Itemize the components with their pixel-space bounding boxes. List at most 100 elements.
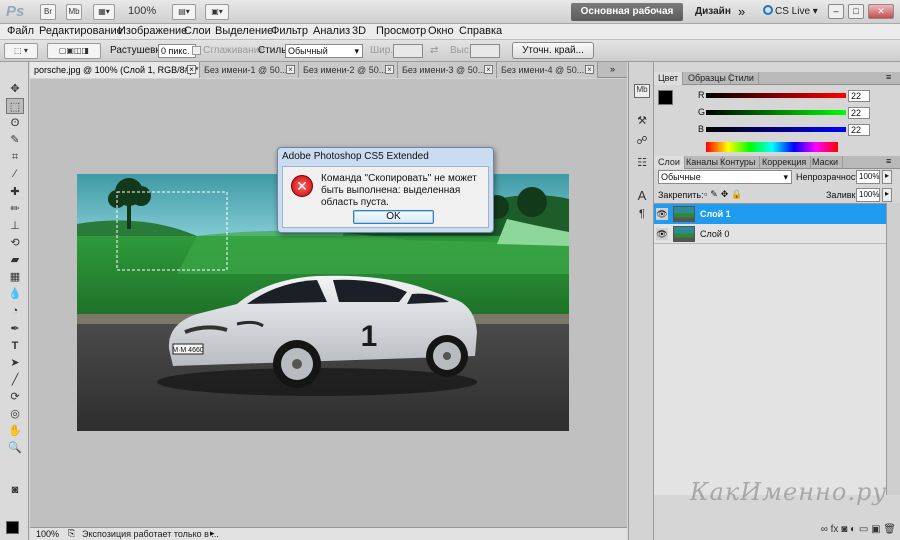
workspace-design-button[interactable]: Дизайн [695,6,731,17]
blue-value[interactable]: 22 [848,124,870,136]
view-extras-button[interactable]: ▦▾ [93,4,115,20]
status-arrow-icon[interactable]: ▸ [210,528,215,539]
layers-scrollbar[interactable] [886,203,900,495]
bridge-button[interactable]: Br [40,4,56,20]
hand-tool-icon[interactable]: ✋ [6,423,24,439]
lasso-tool-icon[interactable]: ʘ [6,115,24,131]
panel-menu-icon[interactable]: ≡ [886,72,891,82]
more-workspaces-button[interactable]: » [738,4,745,19]
fill-arrow-icon[interactable]: ▸ [882,188,892,202]
tab-adjustments[interactable]: Коррекция [758,156,812,169]
tab-masks[interactable]: Маски [808,156,844,169]
menu-filter[interactable]: Фильтр [271,25,308,37]
tab-untitled-4[interactable]: Без имени-4 @ 50... × [497,62,598,78]
tab-layers[interactable]: Слои [654,156,685,169]
visibility-eye-icon[interactable]: 👁 [656,208,668,220]
quick-selection-tool-icon[interactable]: ✎ [6,132,24,148]
minibridge-panel-icon[interactable]: Mb [634,84,650,98]
rectangular-marquee-tool-icon[interactable]: ⬚ [6,98,24,114]
layer-row[interactable]: 👁 Слой 0 [654,224,886,244]
menu-help[interactable]: Справка [459,25,502,37]
red-slider[interactable] [706,93,846,98]
pen-tool-icon[interactable]: ✒ [6,321,24,337]
swap-icon[interactable]: ⇄ [430,45,438,56]
menu-edit[interactable]: Редактирование [39,25,123,37]
zoom-tool-icon[interactable]: 🔍 [6,440,24,456]
close-tab-icon[interactable]: × [484,65,493,74]
tab-color[interactable]: Цвет [654,72,684,85]
clone-source-panel-icon[interactable]: ☷ [634,156,650,170]
path-selection-tool-icon[interactable]: ➤ [6,355,24,371]
status-zoom[interactable]: 100% [36,529,59,539]
ok-button[interactable]: OK [353,210,434,224]
refine-edge-button[interactable]: Уточн. край... [512,42,594,59]
move-tool-icon[interactable]: ✥ [6,81,24,97]
fill-input[interactable]: 100% [856,188,880,202]
menu-3d[interactable]: 3D [352,25,366,37]
lock-options-icons[interactable]: ▫✎✥🔒 [704,189,745,200]
more-tabs-icon[interactable]: » [610,64,615,74]
opacity-input[interactable]: 100% [856,170,880,184]
width-input[interactable] [393,44,423,58]
style-select[interactable]: Обычный ▾ [285,44,363,58]
close-window-button[interactable]: ✕ [868,4,894,19]
color-spectrum-ramp[interactable] [706,142,838,152]
blue-slider[interactable] [706,127,846,132]
tool-preset-picker[interactable]: ⬚ ▾ [4,43,38,59]
blend-mode-select[interactable]: Обычные ▾ [658,170,792,184]
tab-untitled-1[interactable]: Без имени-1 @ 50... × [200,62,299,78]
close-tab-icon[interactable]: × [385,65,394,74]
zoom-level-dropdown[interactable]: 100% [128,5,156,17]
layer-row-selected[interactable]: 👁 Слой 1 [654,204,886,224]
menu-analysis[interactable]: Анализ [313,25,350,37]
minimize-button[interactable]: – [828,4,844,19]
menu-file[interactable]: Файл [7,25,34,37]
visibility-eye-icon[interactable]: 👁 [656,228,668,240]
eraser-tool-icon[interactable]: ▰ [6,252,24,268]
green-slider[interactable] [706,110,846,115]
menu-image[interactable]: Изображение [118,25,187,37]
tab-styles[interactable]: Стили [724,72,759,85]
gradient-tool-icon[interactable]: ▦ [6,269,24,285]
blur-tool-icon[interactable]: 💧 [6,286,24,302]
dodge-tool-icon[interactable]: ◔ [6,303,24,319]
maximize-button[interactable]: □ [848,4,864,19]
tab-untitled-3[interactable]: Без имени-3 @ 50... × [398,62,497,78]
color-panel-foreground[interactable] [658,90,673,105]
red-value[interactable]: 22 [848,90,870,102]
minibridge-button[interactable]: Mb [66,4,82,20]
feather-input[interactable]: 0 пикс. [158,44,196,58]
clone-stamp-tool-icon[interactable]: ⊥ [6,218,24,234]
type-tool-icon[interactable]: T [6,338,24,354]
close-tab-icon[interactable]: × [286,65,295,74]
brush-tool-icon[interactable]: ✏ [6,201,24,217]
menu-view[interactable]: Просмотр [376,25,426,37]
eyedropper-tool-icon[interactable]: ⁄ [6,166,24,182]
workspace-essentials-button[interactable]: Основная рабочая среда [571,3,683,35]
character-panel-icon[interactable]: A [634,188,650,203]
actions-panel-icon[interactable]: ☍ [634,134,650,148]
close-tab-icon[interactable]: × [585,65,594,74]
shape-tool-icon[interactable]: ╱ [6,372,24,388]
panel-menu-icon[interactable]: ≡ [886,156,891,166]
screen-mode-button[interactable]: ▣▾ [205,4,229,20]
healing-brush-tool-icon[interactable]: ✚ [6,184,24,200]
history-panel-icon[interactable]: ⚒ [634,114,650,128]
3d-rotate-tool-icon[interactable]: ⟳ [6,389,24,405]
history-brush-tool-icon[interactable]: ⟲ [6,235,24,251]
menu-window[interactable]: Окно [428,25,454,37]
3d-orbit-tool-icon[interactable]: ◎ [6,406,24,422]
menu-layer[interactable]: Слои [184,25,211,37]
opacity-arrow-icon[interactable]: ▸ [882,170,892,184]
close-tab-icon[interactable]: × [187,65,196,74]
cslive-menu[interactable]: CS Live ▾ [775,6,818,17]
crop-tool-icon[interactable]: ⌗ [6,149,24,165]
tab-paths[interactable]: Контуры [716,156,761,169]
layer-footer-icons[interactable]: ∞ fx ◙ ◐ ▭ ▣ 🗑 [774,524,896,535]
tab-untitled-2[interactable]: Без имени-2 @ 50... × [299,62,398,78]
menu-select[interactable]: Выделение [215,25,273,37]
selection-mode-buttons[interactable]: ▢▣◫◨ [47,43,101,59]
foreground-color-swatch[interactable] [6,521,19,534]
antialias-checkbox[interactable] [192,46,201,55]
paragraph-panel-icon[interactable]: ¶ [634,208,650,222]
